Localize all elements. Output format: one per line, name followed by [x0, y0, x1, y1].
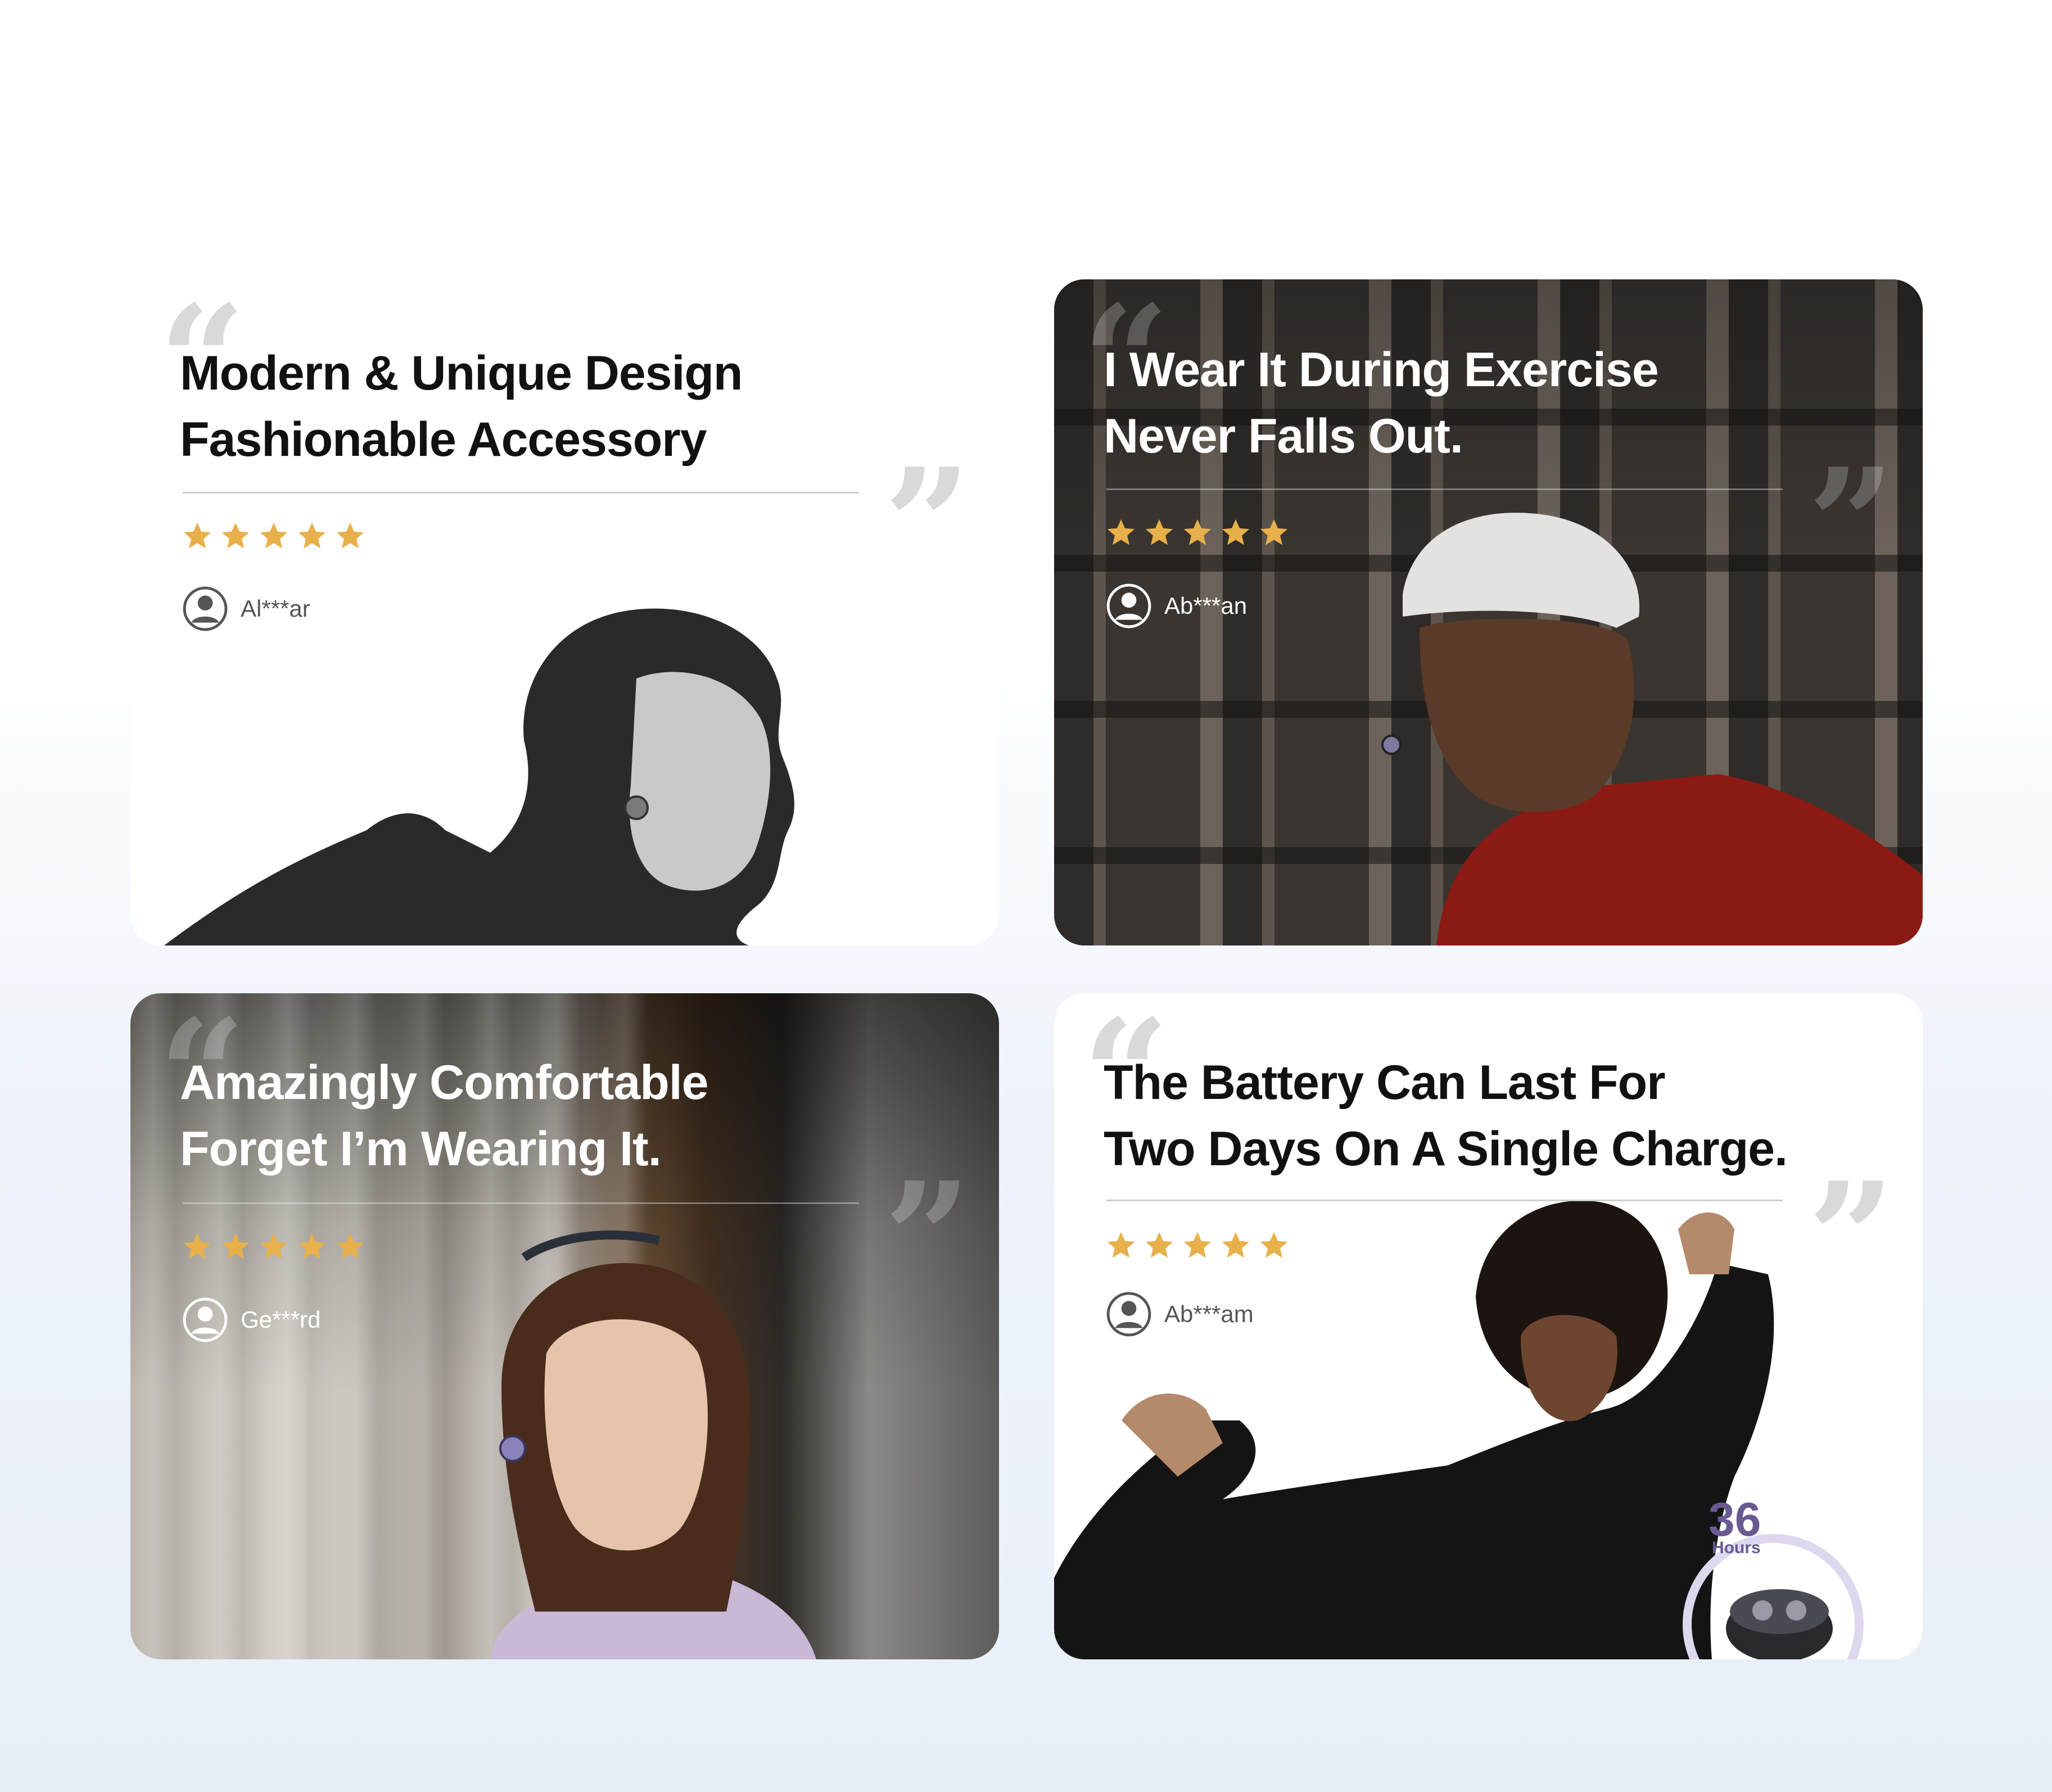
- star-rating: [181, 1230, 367, 1263]
- star-icon: [1219, 1229, 1252, 1262]
- headline-line: Amazingly Comfortable: [180, 1056, 708, 1110]
- user-avatar-icon: [182, 586, 228, 632]
- reviewer: Ge***rd: [182, 1297, 320, 1343]
- headline-line: Fashionable Accessory: [180, 413, 707, 467]
- star-rating: [1105, 1229, 1290, 1262]
- reviewer-name: Ab***an: [1164, 592, 1248, 619]
- star-icon: [219, 1230, 252, 1263]
- battery-hours-unit: Hours: [1712, 1538, 1761, 1557]
- headline-line: Modern & Unique Design: [180, 346, 743, 400]
- star-icon: [296, 1230, 328, 1263]
- headline-line: The Battery Can Last For: [1104, 1056, 1666, 1110]
- close-quote-icon: ”: [884, 435, 971, 613]
- reviewer-name: Ab***am: [1164, 1301, 1254, 1327]
- star-icon: [1105, 1229, 1137, 1262]
- star-icon: [334, 1230, 367, 1263]
- star-icon: [181, 520, 214, 553]
- star-icon: [1143, 1229, 1176, 1262]
- model-photo: [164, 608, 794, 945]
- review-card: “ ” Modern & Unique Design Fashionable A…: [130, 279, 999, 945]
- star-icon: [1219, 517, 1252, 549]
- user-avatar-icon: [1106, 583, 1152, 629]
- review-headline: I Wear It During Exercise Never Falls Ou…: [1104, 337, 1659, 469]
- star-rating: [181, 520, 367, 553]
- star-icon: [1258, 517, 1290, 549]
- star-icon: [1181, 517, 1214, 549]
- star-icon: [257, 520, 290, 553]
- star-icon: [334, 520, 367, 553]
- reviewer: Al***ar: [182, 586, 310, 632]
- reviewer: Ab***am: [1106, 1291, 1254, 1337]
- star-icon: [181, 1230, 214, 1263]
- star-icon: [1105, 517, 1137, 549]
- headline-line: I Wear It During Exercise: [1104, 343, 1659, 397]
- star-icon: [1258, 1229, 1290, 1262]
- review-card: “ ” I Wear It During Exercise Never Fall…: [1054, 279, 1923, 945]
- review-headline: Amazingly Comfortable Forget I’m Wearing…: [180, 1049, 708, 1182]
- reviewer-name: Al***ar: [241, 595, 310, 622]
- reviewer: Ab***an: [1106, 583, 1247, 629]
- user-avatar-icon: [182, 1297, 228, 1343]
- star-icon: [257, 1230, 290, 1263]
- star-rating: [1105, 517, 1290, 549]
- close-quote-icon: ”: [1807, 1148, 1895, 1327]
- user-avatar-icon: [1106, 1291, 1152, 1337]
- headline-line: Never Falls Out.: [1104, 409, 1463, 463]
- review-card: 36 Hours “ ” The Battery Can Last For Tw…: [1054, 993, 1923, 1659]
- star-icon: [296, 520, 328, 553]
- divider: [183, 492, 859, 494]
- headline-line: Forget I’m Wearing It.: [180, 1122, 662, 1176]
- headline-line: Two Days On A Single Charge.: [1104, 1122, 1788, 1176]
- reviewer-name: Ge***rd: [241, 1306, 321, 1333]
- star-icon: [219, 520, 252, 553]
- review-headline: Modern & Unique Design Fashionable Acces…: [180, 340, 743, 473]
- star-icon: [1181, 1229, 1214, 1262]
- divider: [183, 1202, 859, 1204]
- divider: [1106, 1200, 1783, 1201]
- star-icon: [1143, 517, 1176, 549]
- close-quote-icon: ”: [884, 1148, 971, 1327]
- divider: [1106, 488, 1783, 490]
- review-card: “ ” Amazingly Comfortable Forget I’m Wea…: [130, 993, 999, 1659]
- close-quote-icon: ”: [1807, 435, 1895, 613]
- review-headline: The Battery Can Last For Two Days On A S…: [1104, 1049, 1788, 1182]
- charging-case-image: [1726, 1589, 1833, 1659]
